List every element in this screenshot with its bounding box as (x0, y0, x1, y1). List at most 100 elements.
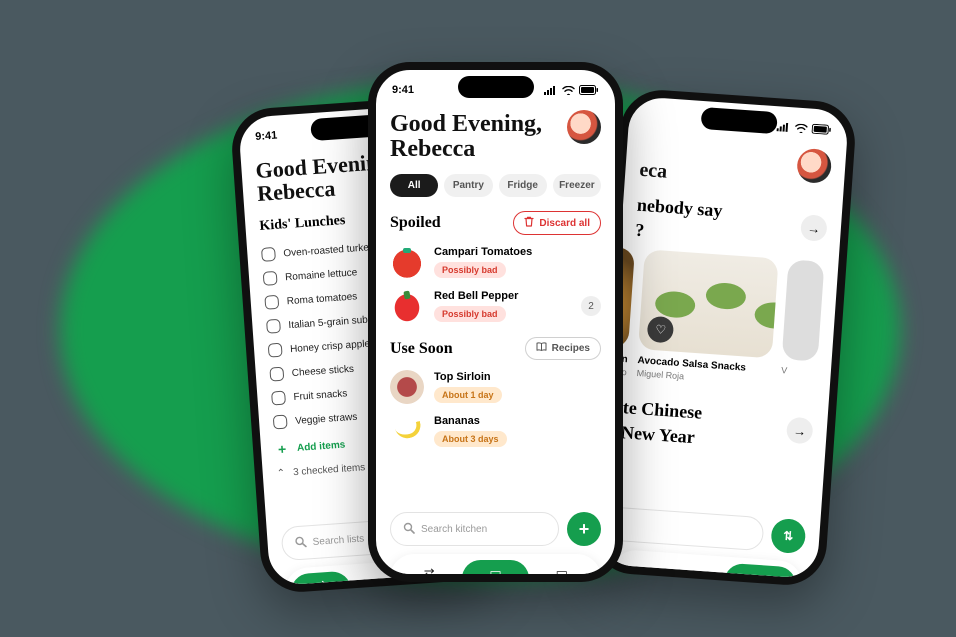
avatar[interactable] (796, 148, 832, 184)
chip-all[interactable]: All (390, 174, 438, 197)
greeting-line2: Rebecca (390, 137, 542, 162)
checkbox-icon[interactable] (269, 367, 284, 382)
search-icon (403, 522, 415, 537)
plus-icon: + (275, 442, 290, 457)
heart-icon: ♡ (655, 322, 667, 337)
food-row[interactable]: Campari Tomatoes Possibly bad (390, 245, 601, 279)
search-input[interactable]: Search kitchen (390, 512, 559, 546)
checkbox-icon[interactable] (266, 319, 281, 334)
checkbox-icon[interactable] (263, 271, 278, 286)
greeting-line1: Good Evening, (390, 112, 542, 137)
food-image-tomato (390, 245, 424, 279)
screen-recipes: Good Evening, eca nebody say ? → ♥ icken (595, 136, 846, 588)
next-button[interactable]: → (800, 214, 828, 242)
favorite-button[interactable]: ♡ (647, 316, 675, 344)
food-image-banana (390, 414, 424, 448)
sliders-icon: ⇄ (315, 578, 327, 592)
tab-label: Kitchen (480, 581, 510, 583)
checkbox-icon[interactable] (261, 247, 276, 262)
signal-icon (777, 122, 792, 132)
wifi-icon (562, 86, 575, 95)
food-image-steak (390, 370, 424, 404)
add-button[interactable]: + (567, 512, 601, 546)
list-item-label: Honey crisp apples (290, 338, 376, 355)
list-item-label: Veggie straws (295, 411, 358, 426)
recipes-button-label: Recipes (552, 343, 590, 354)
search-icon (294, 535, 307, 551)
promo-line1: te Chinese (622, 397, 703, 423)
tab-label: Kitchen (366, 588, 397, 595)
phone-kitchen: 9:41 Good Evening, Rebecca All Pantry Fr… (368, 62, 623, 582)
greeting: Good Evening, Rebecca (390, 112, 542, 162)
count-badge: 2 (581, 296, 601, 316)
sort-button[interactable]: ⇅ (770, 518, 806, 554)
battery-icon (579, 85, 599, 95)
status-icons (544, 85, 599, 95)
battery-icon (811, 124, 832, 135)
section-usesoon-title: Use Soon (390, 340, 453, 358)
headline-line1: nebody say (636, 195, 723, 222)
recipe-cards: ♥ icken o ♡ Avocado Salsa Snacks Miguel … (589, 244, 824, 391)
phones-mockup: 9:41 Good Evening, Rebecca Kids' Lunches… (0, 0, 956, 637)
sliders-icon: ⇅ (783, 529, 794, 544)
tab-label: Lists (312, 592, 331, 594)
checkbox-icon[interactable] (271, 391, 286, 406)
checkbox-icon[interactable] (264, 295, 279, 310)
add-items-label: Add items (297, 439, 346, 453)
search-placeholder: Search kitchen (421, 524, 487, 535)
food-row[interactable]: Bananas About 3 days (390, 414, 601, 448)
checkbox-icon[interactable] (273, 415, 288, 430)
tab-label: Lists (420, 581, 439, 583)
chip-pantry[interactable]: Pantry (444, 174, 492, 197)
tab-kitchen[interactable]: ▭ Kitchen (652, 557, 726, 587)
promo-headline: te Chinese New Year (620, 393, 703, 448)
book-icon: ▭ (754, 570, 767, 584)
food-row[interactable]: Red Bell Pepper Possibly bad 2 (390, 289, 601, 323)
status-badge: Possibly bad (434, 306, 506, 322)
food-row[interactable]: Top Sirloin About 1 day (390, 370, 601, 404)
tab-lists[interactable]: ⇄ Lists (396, 560, 462, 583)
tab-bar: ⇄ Lists ▭ Kitchen ▭ Recipes (390, 554, 601, 582)
discard-all-button[interactable]: Discard all (513, 211, 601, 235)
recipes-button[interactable]: Recipes (525, 337, 601, 360)
next-button[interactable]: → (786, 417, 814, 445)
tab-lists[interactable] (617, 567, 654, 581)
status-icons (777, 121, 833, 135)
signal-icon (544, 86, 558, 95)
list-item-label: Romaine lettuce (285, 267, 358, 283)
trash-icon (524, 216, 534, 230)
greeting-tail: eca (639, 160, 767, 190)
checkbox-icon[interactable] (268, 343, 283, 358)
dynamic-island (458, 76, 534, 98)
phone-recipes: Good Evening, eca nebody say ? → ♥ icken (589, 87, 857, 587)
promo-line2: New Year (620, 422, 701, 448)
list-item-label: Roma tomatoes (286, 291, 357, 307)
filter-chips: All Pantry Fridge Freezer (390, 174, 601, 197)
recipe-card[interactable]: ♡ Avocado Salsa Snacks Miguel Roja (636, 249, 779, 387)
plus-icon: + (579, 519, 590, 540)
greeting: Good Evening, eca (639, 139, 768, 190)
chip-fridge[interactable]: Fridge (499, 174, 547, 197)
headline: nebody say ? (635, 191, 724, 247)
collapse-label: 3 checked items (293, 462, 366, 478)
arrow-right-icon: → (793, 423, 807, 439)
chip-freezer[interactable]: Freezer (553, 174, 601, 197)
tab-recipes[interactable]: ▭ Recipes (723, 562, 797, 587)
tab-kitchen[interactable]: ▭ Kitchen (462, 560, 528, 583)
wifi-icon (795, 123, 809, 133)
list-item-label: Fruit snacks (293, 388, 348, 403)
recipe-author: V (781, 365, 817, 377)
recipe-image (782, 259, 825, 361)
section-spoiled-title: Spoiled (390, 214, 441, 232)
fridge-icon: ▭ (373, 574, 386, 588)
fridge-icon: ▭ (489, 566, 501, 579)
tab-recipes[interactable]: ▭ Recipes (529, 560, 595, 583)
screen-kitchen: Good Evening, Rebecca All Pantry Fridge … (376, 110, 615, 582)
avatar[interactable] (567, 110, 601, 144)
tab-label: Recipes (743, 585, 776, 588)
tab-label: Recipes (546, 581, 579, 583)
tab-lists[interactable]: ⇄ Lists (290, 570, 352, 595)
status-badge: Possibly bad (434, 262, 506, 278)
recipe-card[interactable]: V (780, 259, 825, 390)
food-name: Top Sirloin (434, 371, 502, 383)
